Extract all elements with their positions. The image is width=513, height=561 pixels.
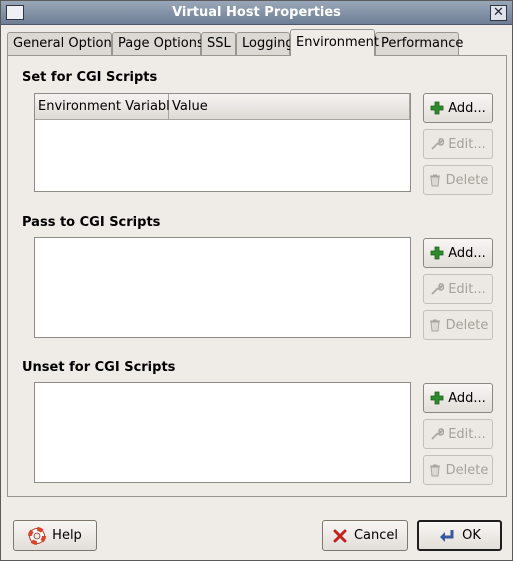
wrench-icon <box>431 283 445 295</box>
unset-edit-button[interactable]: Edit... <box>423 419 493 449</box>
section-title-unset: Unset for CGI Scripts <box>22 360 176 375</box>
delete-label: Delete <box>445 317 489 333</box>
tab-environment[interactable]: Environment <box>290 29 379 56</box>
wrench-icon <box>431 138 445 150</box>
add-label: Add... <box>448 390 486 406</box>
section-title-set: Set for CGI Scripts <box>22 70 158 85</box>
column-header-environment-variable[interactable]: Environment Variable <box>35 94 178 120</box>
plus-icon <box>430 101 444 115</box>
set-edit-button[interactable]: Edit... <box>423 129 493 159</box>
title-bar[interactable]: Virtual Host Properties ✕ <box>1 1 512 25</box>
pass-delete-button[interactable]: Delete <box>423 310 493 340</box>
pass-add-button[interactable]: Add... <box>423 238 493 268</box>
unset-delete-button[interactable]: Delete <box>423 455 493 485</box>
edit-label: Edit... <box>448 281 486 297</box>
edit-label: Edit... <box>448 426 486 442</box>
trash-icon <box>429 319 440 332</box>
cancel-button[interactable]: Cancel <box>322 520 408 551</box>
ok-button[interactable]: OK <box>417 520 502 551</box>
section-title-pass: Pass to CGI Scripts <box>22 215 161 230</box>
wrench-icon <box>431 428 445 440</box>
lifebuoy-icon <box>28 526 47 545</box>
help-button[interactable]: Help <box>13 520 97 551</box>
tab-general-options[interactable]: General Options <box>7 32 119 56</box>
unset-add-button[interactable]: Add... <box>423 383 493 413</box>
add-label: Add... <box>448 100 486 116</box>
delete-label: Delete <box>445 172 489 188</box>
plus-icon <box>430 246 444 260</box>
tab-performance[interactable]: Performance <box>375 32 463 56</box>
enter-arrow-icon <box>440 529 454 542</box>
pass-cgi-list[interactable] <box>34 237 411 338</box>
pass-edit-button[interactable]: Edit... <box>423 274 493 304</box>
add-label: Add... <box>448 245 486 261</box>
unset-cgi-list[interactable] <box>34 382 411 483</box>
tab-page-options[interactable]: Page Options <box>112 32 204 56</box>
tab-ssl[interactable]: SSL <box>201 32 236 56</box>
set-add-button[interactable]: Add... <box>423 93 493 123</box>
tab-logging[interactable]: Logging <box>236 32 294 56</box>
window-title: Virtual Host Properties <box>172 5 341 20</box>
trash-icon <box>429 174 440 187</box>
help-label: Help <box>52 528 82 543</box>
close-icon[interactable]: ✕ <box>490 5 507 21</box>
trash-icon <box>429 464 440 477</box>
ok-label: OK <box>462 528 481 543</box>
virtual-host-properties-dialog: Virtual Host Properties ✕ General Option… <box>0 0 513 561</box>
edit-label: Edit... <box>448 136 486 152</box>
cancel-label: Cancel <box>353 528 399 543</box>
set-delete-button[interactable]: Delete <box>423 165 493 195</box>
environment-page: Set for CGI Scripts Environment Variable… <box>7 55 507 497</box>
plus-icon <box>430 391 444 405</box>
cancel-x-icon <box>333 529 347 542</box>
set-cgi-list[interactable]: Environment Variable Value <box>34 93 411 192</box>
delete-label: Delete <box>445 462 489 478</box>
column-header-value[interactable]: Value <box>169 94 410 120</box>
